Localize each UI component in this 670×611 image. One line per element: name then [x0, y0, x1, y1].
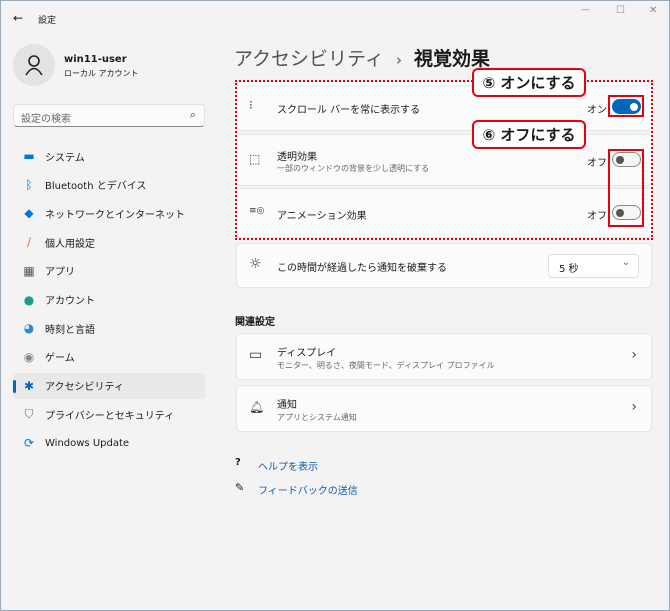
- chevron-down-icon: ⌄: [621, 257, 630, 268]
- bell-icon: 🔔︎: [249, 400, 265, 414]
- sidebar-item[interactable]: ✱ アクセシビリティ: [13, 372, 205, 399]
- annotation-step6: ⑥ オフにする: [472, 120, 586, 149]
- sidebar-item-label: アクセシビリティ: [45, 382, 124, 394]
- sidebar-item-label: ゲーム: [45, 353, 75, 365]
- sidebar-item-label: 個人用設定: [45, 238, 95, 250]
- search-icon: ⌕: [189, 108, 196, 121]
- back-button[interactable]: ←: [13, 11, 23, 25]
- sidebar-item-label: アカウント: [45, 296, 95, 307]
- sidebar-item-label: システム: [45, 152, 85, 164]
- sidebar-item[interactable]: ▬ システム: [13, 143, 205, 169]
- sidebar-item[interactable]: ◉ ゲーム: [13, 344, 205, 370]
- sidebar-item[interactable]: ▦ アプリ: [13, 258, 205, 284]
- nav-icon: ∕: [26, 235, 32, 250]
- feedback-link[interactable]: フィードバックの送信: [258, 482, 358, 497]
- related-title: ディスプレイ: [277, 348, 337, 359]
- related-heading: 関連設定: [235, 317, 275, 328]
- breadcrumb-parent[interactable]: アクセシビリティ: [234, 48, 384, 70]
- sidebar-item[interactable]: ∕ 個人用設定: [13, 229, 205, 255]
- brightness-icon: ☼: [249, 256, 262, 272]
- nav-icon: ◆: [24, 206, 34, 221]
- page-title: 視覚効果: [414, 48, 491, 70]
- sidebar-item-label: Windows Update: [45, 437, 130, 449]
- sidebar-item-label: プライバシーとセキュリティ: [45, 410, 175, 422]
- feedback-icon: ✎: [235, 481, 245, 494]
- search-placeholder: 設定の検索: [21, 114, 71, 125]
- nav-icon: ⛉: [24, 406, 34, 421]
- dropdown-value: 5 秒: [559, 264, 579, 275]
- annotation-box-step6: [608, 149, 644, 227]
- nav-icon: ◕: [23, 321, 35, 336]
- timeout-dropdown[interactable]: 5 秒 ⌄: [548, 254, 639, 278]
- sidebar-item[interactable]: ● アカウント: [13, 287, 205, 313]
- setting-title: この時間が経過したら通知を破棄する: [277, 263, 447, 274]
- breadcrumb-separator: ›: [395, 51, 402, 69]
- sidebar-item[interactable]: ◆ ネットワークとインターネット: [13, 200, 205, 226]
- minimize-button[interactable]: —: [581, 5, 590, 15]
- related-notifications[interactable]: 🔔︎ 通知 アプリとシステム通知 ›: [236, 385, 652, 432]
- avatar: [13, 44, 55, 86]
- annotation-box-step5: [608, 95, 644, 117]
- highlight-dotted-box: [235, 80, 653, 240]
- sidebar-item[interactable]: ◕ 時刻と言語: [13, 315, 205, 341]
- nav-icon: ▬: [23, 149, 35, 163]
- nav-icon: ●: [23, 292, 35, 307]
- sidebar-item-label: アプリ: [45, 267, 75, 279]
- nav-icon: ◉: [23, 349, 35, 364]
- nav-icon: ▦: [23, 263, 35, 278]
- sidebar-item-label: 時刻と言語: [45, 324, 95, 336]
- user-name: win11-user: [64, 54, 127, 65]
- search-input[interactable]: 設定の検索 ⌕: [13, 104, 205, 127]
- sidebar-item[interactable]: ᛒ Bluetooth とデバイス: [13, 172, 205, 198]
- help-link[interactable]: ヘルプを表示: [258, 458, 318, 473]
- breadcrumb: アクセシビリティ › 視覚効果: [234, 44, 490, 71]
- chevron-right-icon: ›: [631, 399, 637, 415]
- help-icon: ?: [235, 457, 241, 468]
- related-description: アプリとシステム通知: [277, 413, 357, 422]
- chevron-right-icon: ›: [631, 347, 637, 363]
- sidebar-item[interactable]: ⟳ Windows Update: [13, 430, 205, 456]
- sidebar-item-label: Bluetooth とデバイス: [45, 181, 147, 193]
- account-type: ローカル アカウント: [64, 69, 139, 78]
- sidebar-item-label: ネットワークとインターネット: [45, 209, 185, 221]
- nav-icon: ✱: [23, 378, 35, 393]
- nav-icon: ᛒ: [25, 177, 33, 192]
- selection-indicator: [13, 379, 16, 393]
- related-description: モニター、明るさ、夜間モード、ディスプレイ プロファイル: [277, 361, 495, 370]
- close-button[interactable]: ✕: [649, 5, 657, 16]
- sidebar-item[interactable]: ⛉ プライバシーとセキュリティ: [13, 401, 205, 427]
- nav-icon: ⟳: [23, 436, 35, 450]
- window-title: 設定: [38, 16, 57, 26]
- monitor-icon: ▭: [249, 347, 263, 363]
- annotation-step5: ⑤ オンにする: [472, 68, 586, 97]
- related-display[interactable]: ▭ ディスプレイ モニター、明るさ、夜間モード、ディスプレイ プロファイル ›: [236, 333, 652, 380]
- user-icon: [25, 55, 43, 76]
- maximize-button[interactable]: ☐: [616, 5, 625, 16]
- setting-row-notification-timeout: ☼ この時間が経過したら通知を破棄する 5 秒 ⌄: [236, 243, 652, 288]
- related-title: 通知: [277, 400, 297, 411]
